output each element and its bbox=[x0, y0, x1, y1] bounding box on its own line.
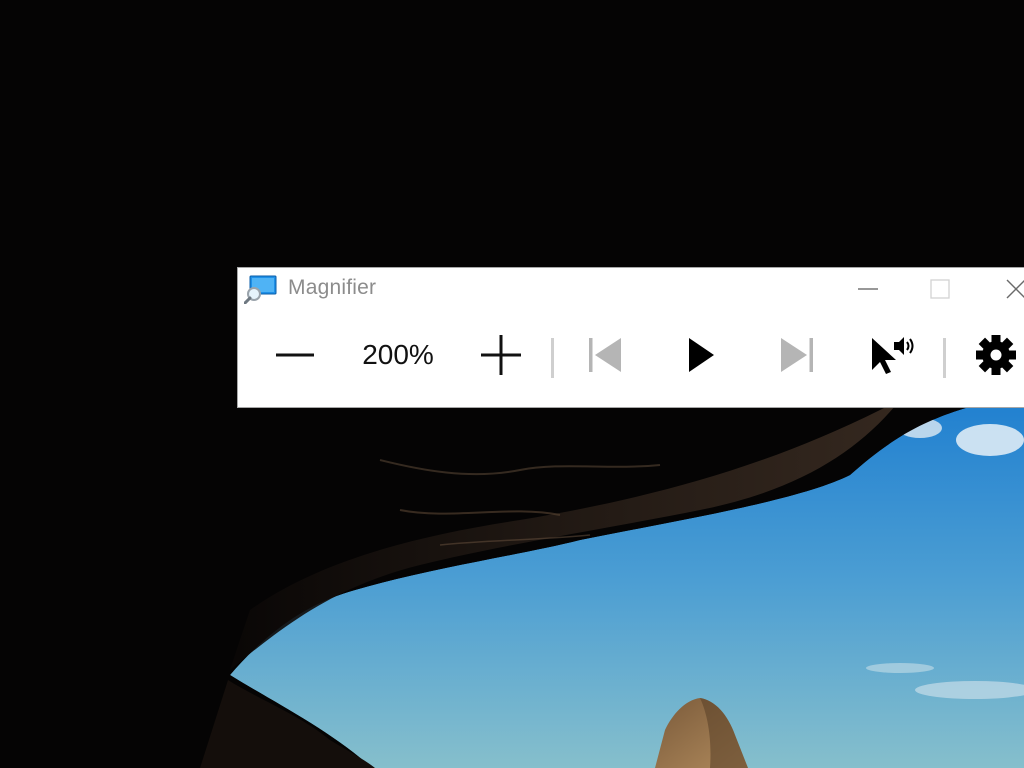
desktop: Magnifier 200% bbox=[0, 0, 1024, 768]
minimize-button[interactable] bbox=[838, 268, 898, 310]
gear-icon bbox=[976, 335, 1016, 375]
cloud bbox=[956, 424, 1024, 456]
title-bar[interactable]: Magnifier bbox=[238, 268, 1024, 310]
plus-icon bbox=[481, 335, 521, 375]
magnifier-window: Magnifier 200% bbox=[237, 267, 1024, 408]
play-button[interactable] bbox=[670, 306, 732, 404]
close-button[interactable] bbox=[986, 268, 1024, 310]
toolbar-separator bbox=[551, 338, 554, 378]
zoom-in-button[interactable] bbox=[470, 306, 532, 404]
toolbar-separator bbox=[943, 338, 946, 378]
magnifier-toolbar: 200% bbox=[238, 310, 1024, 408]
skip-next-icon bbox=[781, 338, 813, 372]
read-from-here-button[interactable] bbox=[860, 306, 922, 404]
zoom-out-button[interactable] bbox=[264, 306, 326, 404]
maximize-button[interactable] bbox=[910, 268, 970, 310]
close-icon bbox=[1006, 279, 1024, 299]
cursor-speaker-icon bbox=[872, 337, 914, 374]
cloud bbox=[866, 663, 934, 673]
magnifier-app-icon bbox=[244, 275, 277, 304]
next-sentence-button[interactable] bbox=[766, 306, 828, 404]
settings-button[interactable] bbox=[968, 306, 1024, 404]
minus-icon bbox=[276, 353, 314, 357]
play-icon bbox=[689, 338, 714, 372]
previous-sentence-button[interactable] bbox=[574, 306, 636, 404]
minimize-icon bbox=[858, 288, 878, 290]
window-title: Magnifier bbox=[288, 276, 377, 299]
zoom-level: 200% bbox=[362, 339, 434, 370]
skip-previous-icon bbox=[589, 338, 621, 372]
maximize-icon bbox=[930, 279, 950, 299]
